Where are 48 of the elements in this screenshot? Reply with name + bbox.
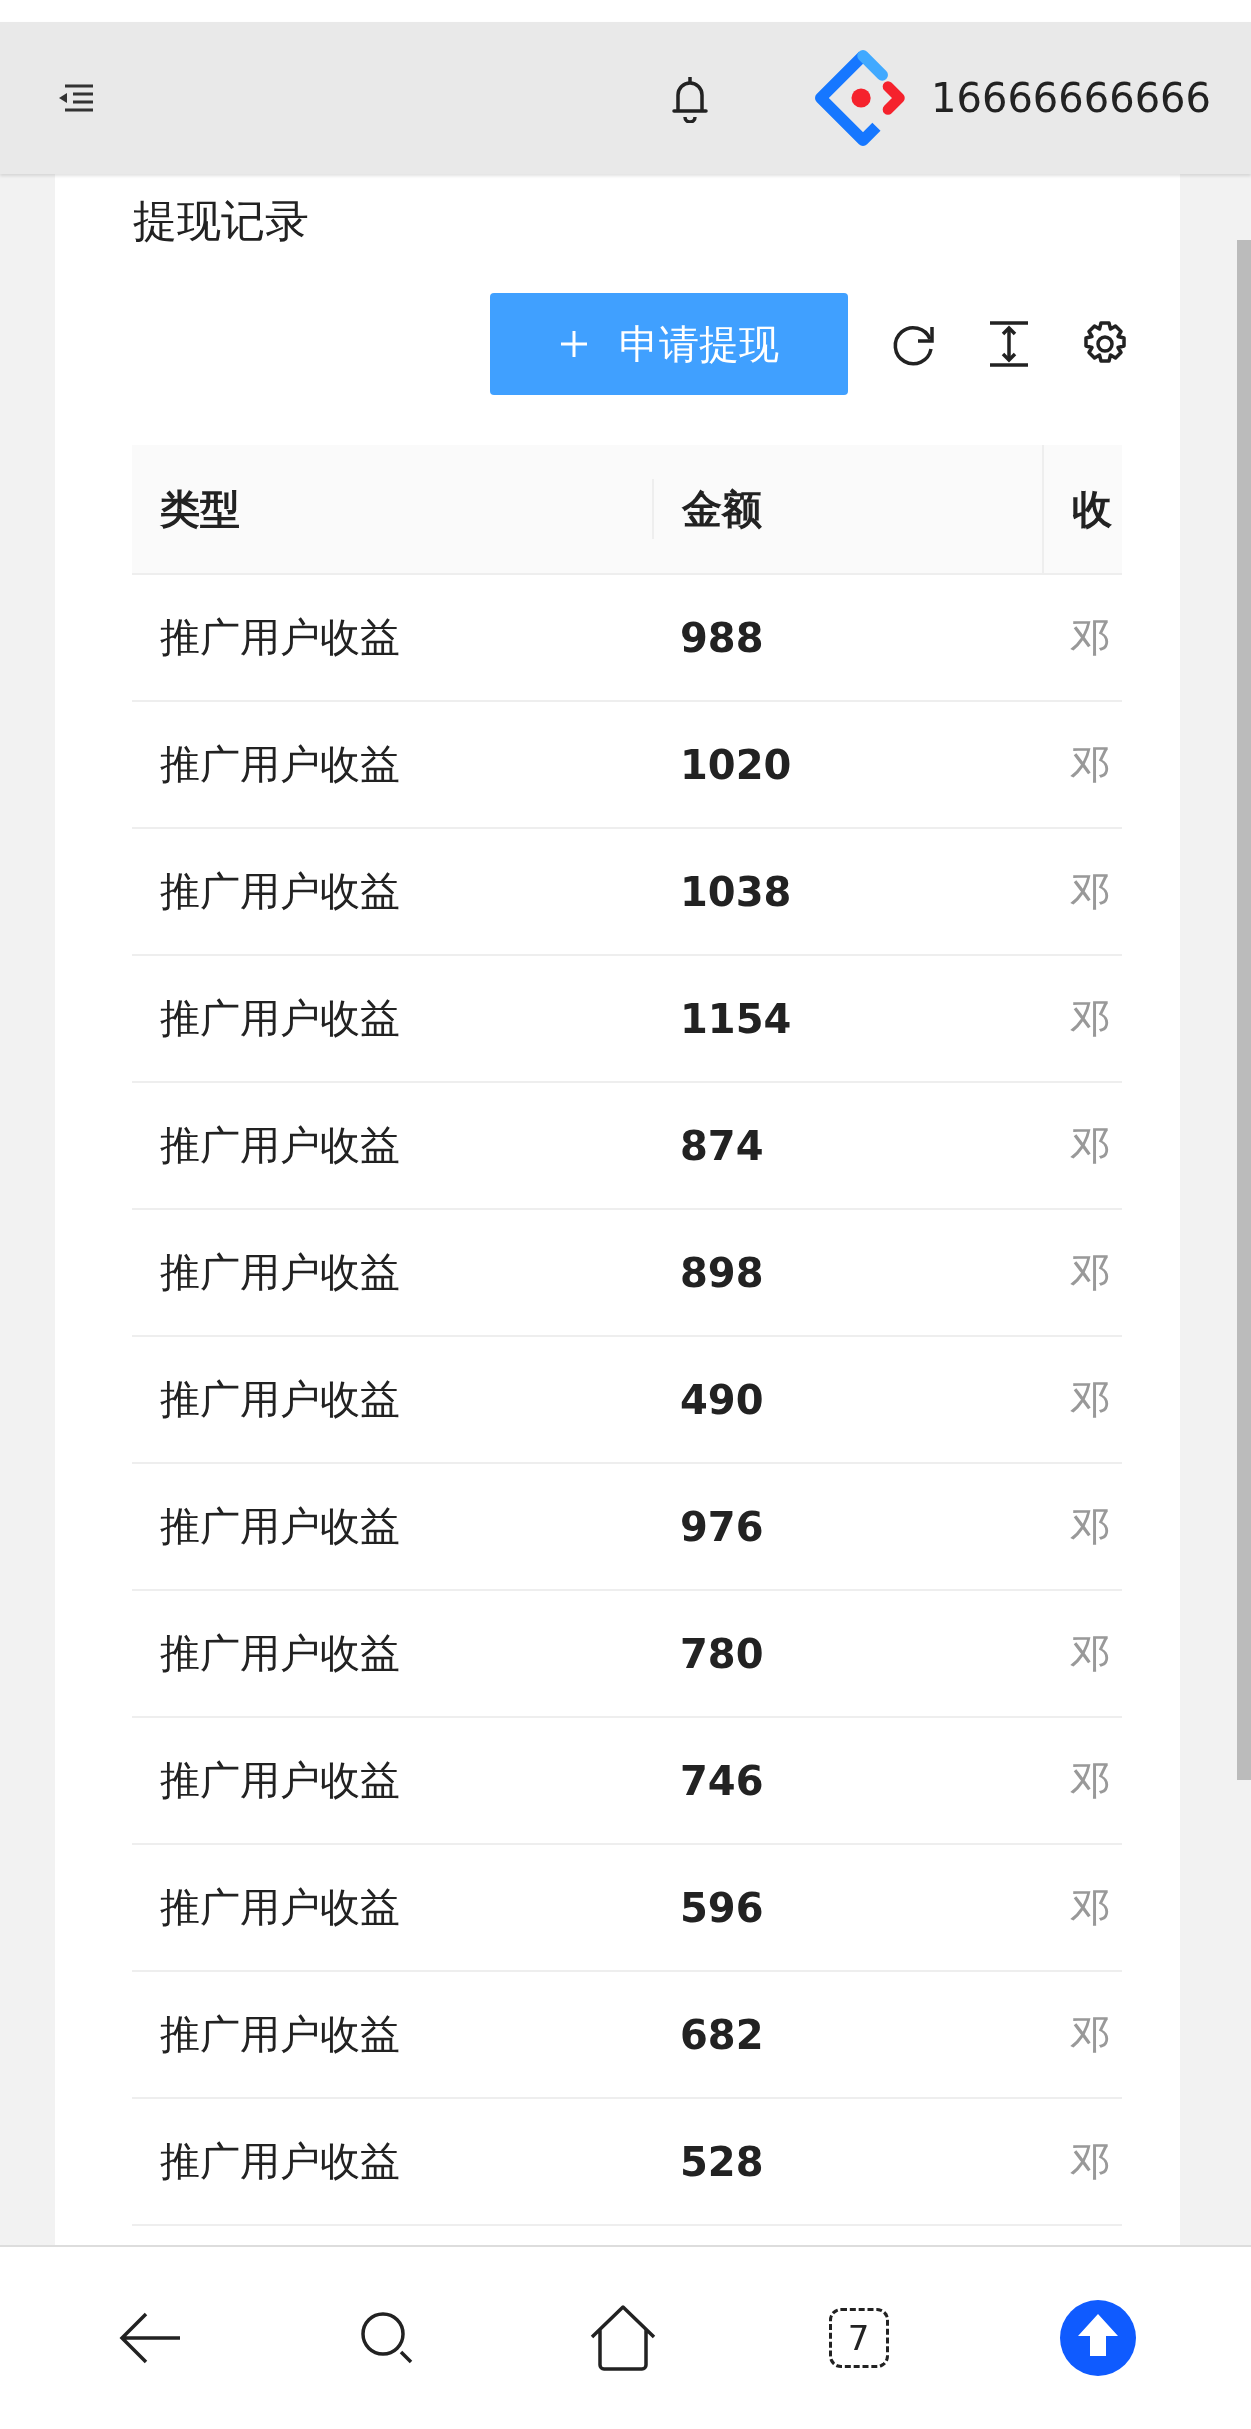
type-cell-text: 推广用户收益 [160, 1502, 400, 1551]
amount-cell: 596 [680, 1884, 764, 1931]
type-cell-text: 推广用户收益 [160, 613, 400, 662]
scrollbar[interactable] [1237, 240, 1251, 1780]
amount-cell: 780 [680, 1630, 764, 1677]
table-cell-text: 邓 [1070, 1248, 1110, 1297]
amount-cell: 682 [680, 2011, 764, 2058]
type-cell-text: 推广用户收益 [160, 867, 400, 916]
type-cell-text: 推广用户收益 [160, 1248, 400, 1297]
plus-icon [559, 329, 589, 359]
type-cell-text: 推广用户收益 [160, 1629, 400, 1678]
tabs-count-button[interactable]: 7 [828, 2308, 889, 2368]
type-cell-text: 推广用户收益 [160, 2137, 400, 2186]
table-cell-text: 邓 [1070, 1121, 1110, 1170]
amount-cell: 976 [680, 1503, 764, 1550]
type-cell-text: 推广用户收益 [160, 740, 400, 789]
table-cell-text: 邓 [1070, 867, 1110, 916]
amount-cell: 1154 [680, 995, 792, 1042]
table-cell-text: 邓 [1070, 1629, 1110, 1678]
column-header: 收 [1072, 484, 1112, 534]
table-cell-text: 邓 [1070, 613, 1110, 662]
amount-cell: 988 [680, 614, 764, 661]
table-cell-text: 邓 [1070, 740, 1110, 789]
table-cell-text: 邓 [1070, 994, 1110, 1043]
amount-cell: 898 [680, 1249, 764, 1296]
column-header: 类型 [160, 484, 240, 534]
type-cell-text: 推广用户收益 [160, 1375, 400, 1424]
table-cell-text: 邓 [1070, 1375, 1110, 1424]
type-cell-text: 推广用户收益 [160, 1121, 400, 1170]
type-cell-text: 推广用户收益 [160, 1756, 400, 1805]
table-cell-text: 邓 [1070, 2137, 1110, 2186]
page-title: 提现记录 [133, 194, 310, 248]
amount-cell: 528 [680, 2138, 764, 2185]
type-cell-text: 推广用户收益 [160, 1883, 400, 1932]
table-cell-text: 邓 [1070, 2010, 1110, 2059]
amount-cell: 1038 [680, 868, 792, 915]
table-cell-text: 邓 [1070, 1883, 1110, 1932]
amount-cell: 1020 [680, 741, 792, 788]
user-phone[interactable]: 16666666666 [931, 75, 1211, 121]
amount-cell: 746 [680, 1757, 764, 1804]
column-header: 金额 [682, 484, 762, 534]
table-cell-text: 邓 [1070, 1502, 1110, 1551]
type-cell-text: 推广用户收益 [160, 994, 400, 1043]
table-cell-text: 邓 [1070, 1756, 1110, 1805]
type-cell-text: 推广用户收益 [160, 2010, 400, 2059]
upload-icon[interactable] [1059, 2300, 1136, 2376]
amount-cell: 874 [680, 1122, 764, 1169]
amount-cell: 490 [680, 1376, 764, 1423]
